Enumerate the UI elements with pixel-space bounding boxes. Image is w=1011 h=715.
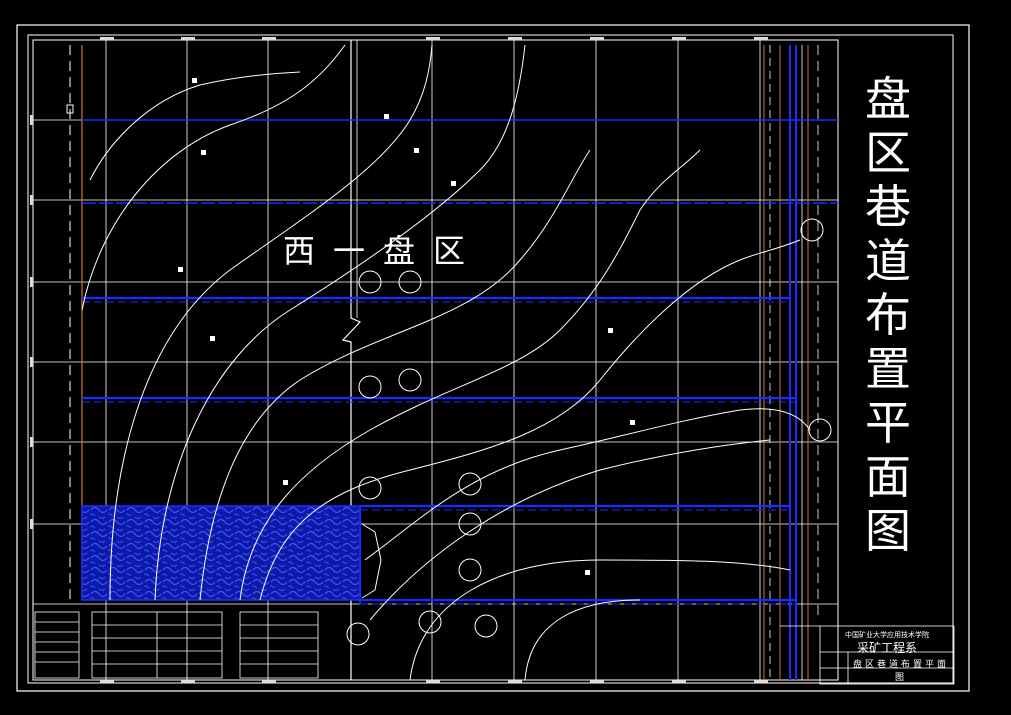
title-char: 面 (865, 450, 911, 504)
legend-tables (34, 611, 319, 679)
main-roadways-right (763, 45, 819, 680)
contour-markers (178, 78, 635, 575)
equipment-symbols (346, 218, 832, 646)
drawing-title-vertical: 盘 区 巷 道 布 置 平 面 图 (852, 72, 924, 558)
title-char: 布 (865, 288, 911, 342)
title-block-department: 采矿工程系 (856, 641, 917, 655)
title-char: 盘 (865, 72, 911, 126)
title-char: 巷 (865, 180, 911, 234)
title-char: 道 (865, 234, 911, 288)
title-char: 置 (865, 342, 911, 396)
working-face (361, 523, 382, 599)
title-char: 图 (865, 504, 911, 558)
title-block-drawing-name: 盘区巷道布置平面图 (852, 660, 949, 683)
region-label: 西一盘区 (283, 232, 484, 270)
goaf-area (81, 505, 361, 601)
title-char: 区 (865, 126, 911, 180)
title-char: 平 (865, 396, 911, 450)
